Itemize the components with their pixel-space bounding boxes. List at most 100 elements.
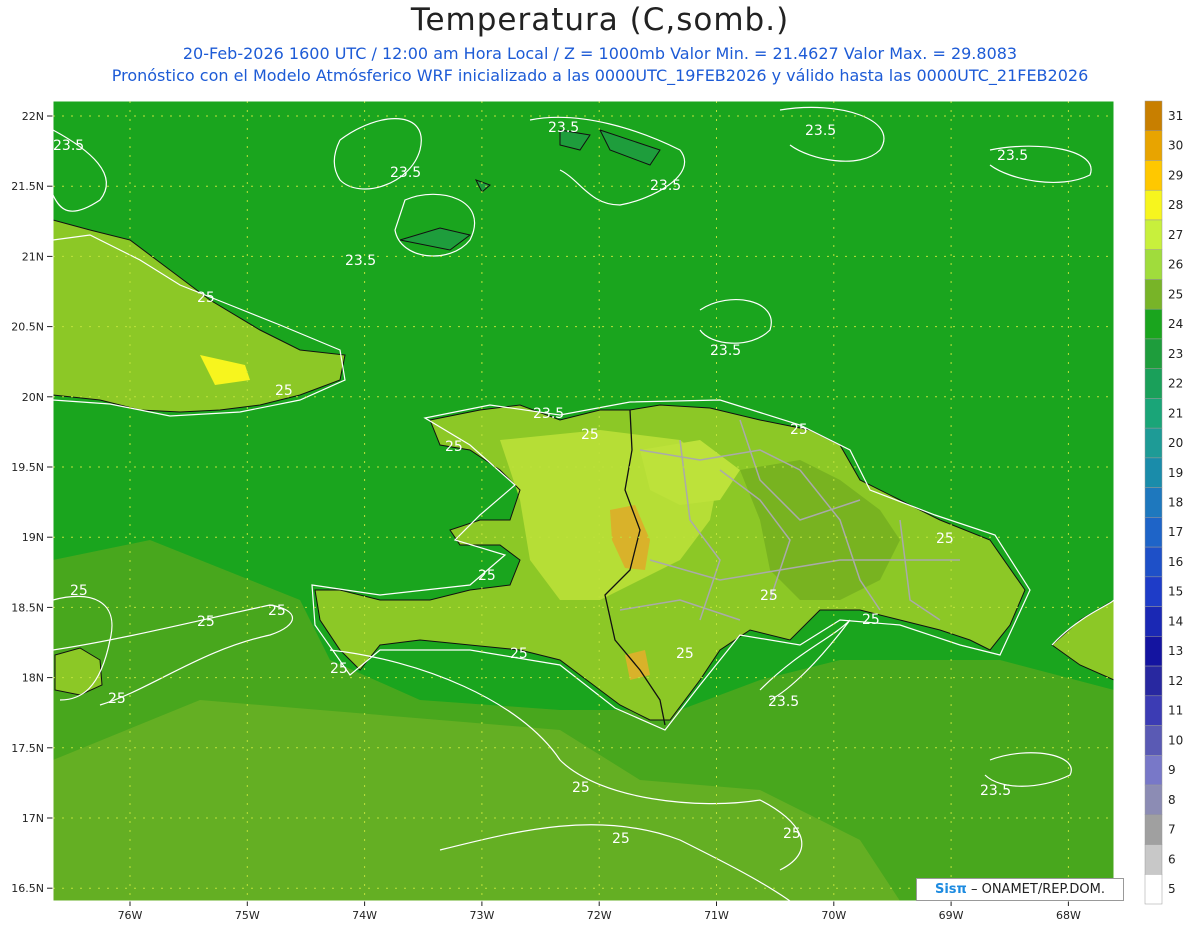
- colorbar-label: 25: [1168, 287, 1183, 301]
- lon-label: 73W: [469, 909, 494, 922]
- colorbar-swatch: [1144, 279, 1163, 310]
- contour-value-label: 25: [197, 290, 215, 306]
- lat-label: 22N: [22, 110, 44, 123]
- colorbar-swatch: [1144, 487, 1163, 518]
- colorbar-swatch: [1144, 665, 1163, 697]
- contour-value-label: 25: [936, 531, 954, 547]
- colorbar-label: 18: [1168, 496, 1183, 510]
- lat-label: 21N: [22, 250, 44, 263]
- contour-value-label: 23.5: [390, 165, 421, 181]
- temperature-map: 31 30 29 28 27 26 25 24 23 22 21 20 19 18 17 16 15 14 13 12…: [11, 100, 1183, 922]
- colorbar-label: 29: [1168, 168, 1183, 182]
- colorbar-label: 14: [1168, 614, 1183, 628]
- colorbar-label: 15: [1168, 585, 1183, 599]
- lon-label: 69W: [939, 909, 964, 922]
- colorbar-label: 10: [1168, 733, 1183, 747]
- credit-box: Sisπ – ONAMET/REP.DOM.: [916, 878, 1124, 901]
- colorbar-label: 21: [1168, 406, 1183, 420]
- colorbar-swatch: [1144, 576, 1163, 607]
- contour-value-label: 25: [108, 691, 126, 707]
- colorbar-swatch: [1144, 398, 1163, 429]
- colorbar-label: 26: [1168, 258, 1183, 272]
- lon-label: 71W: [704, 909, 729, 922]
- colorbar-swatch: [1144, 160, 1163, 191]
- contour-value-label: 25: [676, 646, 694, 662]
- colorbar-swatch: [1144, 755, 1163, 786]
- lon-label: 76W: [118, 909, 143, 922]
- sispi-logo: Sisπ: [934, 882, 967, 897]
- colorbar-swatch: [1144, 457, 1163, 488]
- colorbar-label: 19: [1168, 466, 1183, 480]
- contour-value-label: 25: [70, 583, 88, 599]
- colorbar-label: 30: [1168, 139, 1183, 153]
- contour-value-label: 25: [581, 427, 599, 443]
- contour-value-label: 25: [275, 383, 293, 399]
- contour-value-label: 25: [612, 831, 630, 847]
- colorbar-swatch: [1144, 308, 1163, 340]
- contour-value-label: 25: [197, 614, 215, 630]
- colorbar-swatch: [1144, 130, 1163, 161]
- contour-value-label: 23.5: [768, 694, 799, 710]
- colorbar-label: 28: [1168, 198, 1183, 212]
- colorbar-label: 11: [1168, 704, 1183, 718]
- colorbar-label: 6: [1168, 852, 1176, 866]
- lon-label: 70W: [821, 909, 846, 922]
- lat-label: 18N: [22, 672, 44, 685]
- lat-label: 17.5N: [11, 742, 44, 755]
- lon-label: 68W: [1056, 909, 1081, 922]
- contour-value-label: 23.5: [710, 343, 741, 359]
- contour-value-label: 25: [760, 588, 778, 604]
- contour-value-label: 23.5: [533, 406, 564, 422]
- colorbar-swatch: [1144, 814, 1163, 845]
- colorbar-swatch: [1144, 695, 1163, 726]
- contour-value-label: 23.5: [53, 138, 84, 154]
- colorbar-swatch: [1144, 427, 1163, 459]
- latitude-axis: 22N 21.5N 21N 20.5N 20N 19.5N 19N 18.5N 18N 17.5N…: [11, 110, 53, 895]
- contour-value-label: 25: [478, 568, 496, 584]
- lat-label: 17N: [22, 812, 44, 825]
- colorbar-swatch: [1144, 784, 1163, 816]
- lat-label: 21.5N: [11, 180, 44, 193]
- lat-label: 18.5N: [11, 601, 44, 614]
- colorbar-label: 8: [1168, 793, 1176, 807]
- colorbar-swatch: [1144, 517, 1163, 548]
- colorbar-swatch: [1144, 219, 1163, 250]
- colorbar-label: 24: [1168, 317, 1183, 331]
- contour-value-label: 23.5: [805, 123, 836, 139]
- colorbar-swatch: [1144, 189, 1163, 221]
- colorbar-label: 22: [1168, 377, 1183, 391]
- colorbar-swatch: [1144, 338, 1163, 369]
- lat-label: 20.5N: [11, 321, 44, 334]
- colorbar-label: 9: [1168, 763, 1176, 777]
- colorbar-label: 13: [1168, 644, 1183, 658]
- lon-label: 74W: [352, 909, 377, 922]
- colorbar-label: 20: [1168, 436, 1183, 450]
- longitude-axis: 76W 75W 74W 73W 72W 71W 70W 69W 68W: [118, 901, 1081, 922]
- lon-label: 72W: [587, 909, 612, 922]
- contour-value-label: 23.5: [548, 120, 579, 136]
- contour-value-label: 25: [783, 826, 801, 842]
- lat-label: 20N: [22, 391, 44, 404]
- colorbar-label: 12: [1168, 674, 1183, 688]
- contour-value-label: 25: [572, 780, 590, 796]
- contour-value-label: 25: [510, 646, 528, 662]
- contour-value-label: 23.5: [650, 178, 681, 194]
- colorbar-swatch: [1144, 368, 1163, 399]
- colorbar: 31 30 29 28 27 26 25 24 23 22 21 20 19 18 17 16 15 14 13 12…: [1144, 100, 1183, 905]
- contour-value-label: 23.5: [345, 253, 376, 269]
- contour-value-label: 25: [790, 422, 808, 438]
- credit-text: – ONAMET/REP.DOM.: [970, 882, 1105, 897]
- colorbar-label: 17: [1168, 525, 1183, 539]
- contour-value-label: 23.5: [997, 148, 1028, 164]
- lat-label: 19N: [22, 531, 44, 544]
- colorbar-swatch: [1144, 636, 1163, 667]
- colorbar-label: 7: [1168, 823, 1176, 837]
- contour-value-label: 23.5: [980, 783, 1011, 799]
- colorbar-label: 23: [1168, 347, 1183, 361]
- colorbar-swatch: [1144, 874, 1163, 905]
- contour-value-label: 25: [330, 661, 348, 677]
- contour-value-label: 25: [862, 612, 880, 628]
- colorbar-label: 5: [1168, 882, 1176, 896]
- lat-label: 19.5N: [11, 461, 44, 474]
- colorbar-swatch: [1144, 725, 1163, 756]
